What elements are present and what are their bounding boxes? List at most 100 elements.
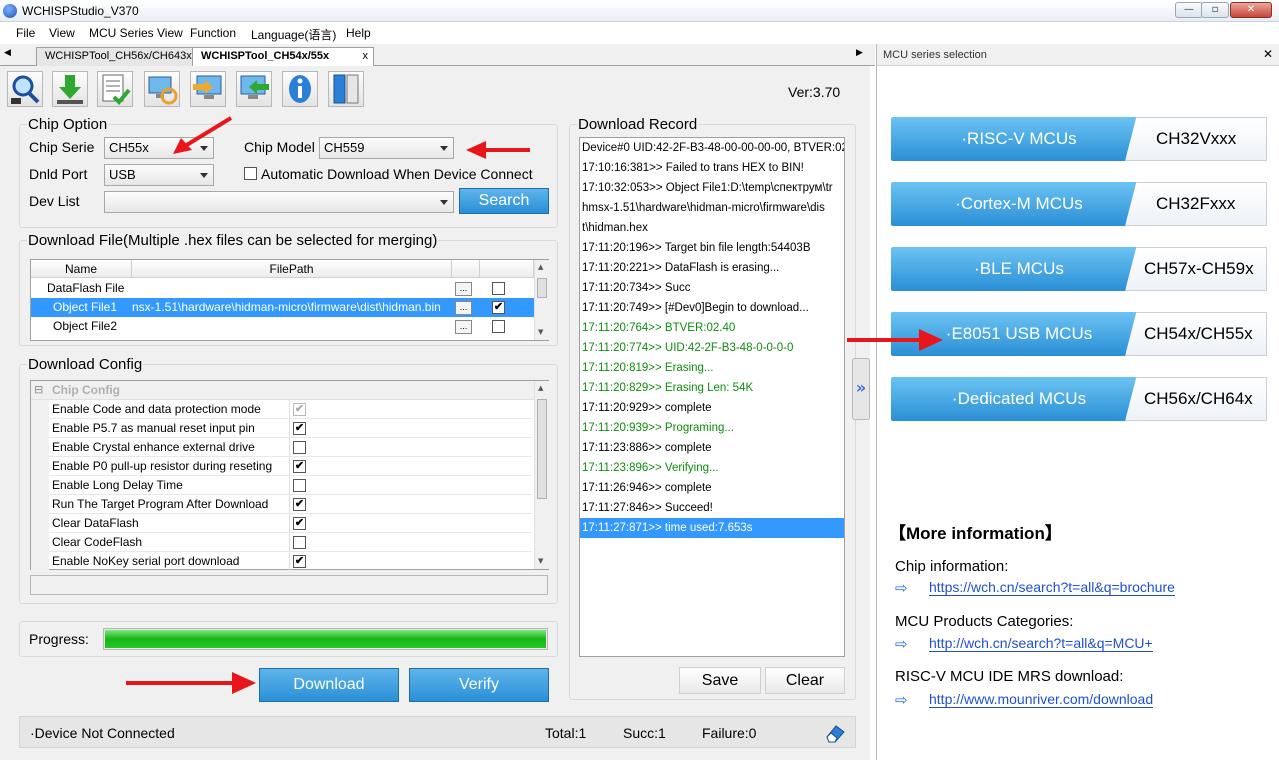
- book-icon[interactable]: [328, 71, 364, 107]
- tab-close-icon[interactable]: x: [363, 48, 369, 65]
- menu-help[interactable]: Help: [346, 26, 371, 40]
- file-table-scrollbar[interactable]: ▲ ▼: [534, 260, 549, 340]
- close-button[interactable]: ✕: [1230, 2, 1272, 18]
- download-file-title: Download File(Multiple .hex files can be…: [27, 232, 439, 249]
- dnld-port-select[interactable]: USB: [104, 164, 214, 186]
- menu-view[interactable]: View: [49, 26, 75, 40]
- failure-count: Failure:0: [702, 725, 757, 741]
- browse-button[interactable]: ...: [455, 282, 472, 296]
- log-line[interactable]: 17:11:27:846>> Succeed!: [580, 498, 844, 518]
- list-item[interactable]: Enable NoKey serial port download ✔: [49, 552, 532, 571]
- log-line[interactable]: 17:11:23:896>> Verifying...: [580, 458, 844, 478]
- config-checkbox[interactable]: ✔: [293, 422, 306, 435]
- panel-toggle-button[interactable]: »: [852, 358, 870, 420]
- verify-button[interactable]: Verify: [409, 668, 549, 702]
- log-line[interactable]: 17:11:20:734>> Succ: [580, 278, 844, 298]
- log-line[interactable]: 17:11:23:886>> complete: [580, 438, 844, 458]
- search-button[interactable]: Search: [459, 188, 549, 214]
- chip-info-link[interactable]: https://wch.cn/search?t=all&q=brochure: [929, 579, 1175, 596]
- minimize-button[interactable]: —: [1175, 2, 1203, 18]
- file-checkbox[interactable]: ✔: [492, 301, 505, 314]
- table-row[interactable]: Object File2 ...: [31, 317, 534, 336]
- config-checkbox[interactable]: [293, 441, 306, 454]
- log-line[interactable]: 17:11:27:871>> time used:7.653s: [580, 518, 844, 538]
- download-icon[interactable]: [52, 71, 88, 107]
- chip-option-title: Chip Option: [27, 116, 109, 133]
- list-item[interactable]: Run The Target Program After Download ✔: [49, 495, 532, 514]
- chip-model-select[interactable]: CH559: [319, 137, 454, 159]
- config-checkbox[interactable]: ✔: [293, 555, 306, 568]
- log-line[interactable]: 17:11:20:929>> complete: [580, 398, 844, 418]
- collapse-icon[interactable]: ⊟: [34, 383, 43, 396]
- table-row[interactable]: DataFlash File ...: [31, 279, 534, 298]
- log-line[interactable]: 17:11:20:196>> Target bin file length:54…: [580, 238, 844, 258]
- log-line[interactable]: 17:11:20:829>> Erasing Len: 54K: [580, 378, 844, 398]
- file-checkbox[interactable]: [492, 320, 505, 333]
- config-checkbox[interactable]: [293, 479, 306, 492]
- mcu-series-risc-v[interactable]: ·RISC-V MCUs CH32Vxxx: [891, 117, 1267, 163]
- config-list-scrollbar[interactable]: ▲ ▼: [534, 381, 549, 569]
- list-item[interactable]: Enable Code and data protection mode ✔: [49, 400, 532, 419]
- maximize-button[interactable]: ▫: [1201, 2, 1229, 18]
- tab-scroll-right-icon[interactable]: ▶: [856, 48, 863, 58]
- file-checkbox[interactable]: [492, 282, 505, 295]
- log-line[interactable]: Device#0 UID:42-2F-B3-48-00-00-00-00, BT…: [580, 138, 844, 158]
- table-row[interactable]: Object File1 nsx-1.51\hardware\hidman-mi…: [31, 298, 534, 317]
- mcu-series-dedicated[interactable]: ·Dedicated MCUs CH56x/CH64x: [891, 377, 1267, 423]
- browse-button[interactable]: ...: [455, 320, 472, 334]
- mcu-series-cortex-m[interactable]: ·Cortex-M MCUs CH32Fxxx: [891, 182, 1267, 228]
- log-line[interactable]: t\hidman.hex: [580, 218, 844, 238]
- import-icon[interactable]: [236, 71, 272, 107]
- dev-list-select[interactable]: [104, 191, 454, 213]
- list-item[interactable]: Enable P5.7 as manual reset input pin ✔: [49, 419, 532, 438]
- column-header-filepath[interactable]: FilePath: [132, 260, 452, 278]
- log-line[interactable]: 17:10:16:381>> Failed to trans HEX to BI…: [580, 158, 844, 178]
- tab-ch56x-ch643x[interactable]: WCHISPTool_CH56x/CH643x: [36, 47, 196, 66]
- search-device-icon[interactable]: [7, 71, 43, 107]
- log-line[interactable]: 17:11:20:749>> [#Dev0]Begin to download.…: [580, 298, 844, 318]
- close-icon[interactable]: ✕: [1263, 47, 1273, 61]
- scroll-thumb[interactable]: [537, 278, 547, 298]
- list-item[interactable]: Enable P0 pull-up resistor during reseti…: [49, 457, 532, 476]
- menu-language[interactable]: Language(语言): [251, 26, 336, 43]
- menu-mcu-series-view[interactable]: MCU Series View: [89, 26, 183, 40]
- mcu-series-ble[interactable]: ·BLE MCUs CH57x-CH59x: [891, 247, 1267, 293]
- log-line[interactable]: 17:11:20:764>> BTVER:02.40: [580, 318, 844, 338]
- export-icon[interactable]: [190, 71, 226, 107]
- config-checkbox[interactable]: ✔: [293, 498, 306, 511]
- menu-file[interactable]: File: [16, 26, 35, 40]
- refresh-icon[interactable]: [144, 71, 180, 107]
- config-group-header[interactable]: ⊟ Chip Config: [31, 381, 534, 400]
- list-item[interactable]: Clear DataFlash ✔: [49, 514, 532, 533]
- clear-button[interactable]: Clear: [765, 667, 845, 694]
- log-line[interactable]: 17:11:20:819>> Erasing...: [580, 358, 844, 378]
- browse-button[interactable]: ...: [455, 301, 472, 315]
- log-line[interactable]: 17:11:20:939>> Programing...: [580, 418, 844, 438]
- config-checkbox[interactable]: ✔: [293, 460, 306, 473]
- download-record-log[interactable]: Device#0 UID:42-2F-B3-48-00-00-00-00, BT…: [579, 137, 845, 657]
- log-line[interactable]: 17:10:32:053>> Object File1:D:\temp\спек…: [580, 178, 844, 198]
- save-button[interactable]: Save: [679, 667, 761, 694]
- config-checkbox[interactable]: ✔: [293, 517, 306, 530]
- list-item[interactable]: Clear CodeFlash: [49, 533, 532, 552]
- mcu-categories-link[interactable]: http://wch.cn/search?t=all&q=MCU+: [929, 635, 1153, 652]
- list-item[interactable]: Enable Crystal enhance external drive: [49, 438, 532, 457]
- column-header-name[interactable]: Name: [31, 260, 132, 278]
- mrs-download-link[interactable]: http://www.mounriver.com/download: [929, 691, 1154, 708]
- list-item[interactable]: Enable Long Delay Time: [49, 476, 532, 495]
- menu-function[interactable]: Function: [190, 26, 236, 40]
- log-line[interactable]: 17:11:26:946>> complete: [580, 478, 844, 498]
- log-line[interactable]: 17:11:20:774>> UID:42-2F-B3-48-0-0-0-0: [580, 338, 844, 358]
- log-line[interactable]: 17:11:20:221>> DataFlash is erasing...: [580, 258, 844, 278]
- auto-download-checkbox[interactable]: [244, 167, 257, 180]
- config-icon[interactable]: [97, 71, 133, 107]
- config-checkbox[interactable]: [293, 536, 306, 549]
- scroll-thumb[interactable]: [537, 399, 547, 499]
- tab-ch54x-55x[interactable]: WCHISPTool_CH54x/55x x: [192, 47, 374, 66]
- log-line[interactable]: hmsx-1.51\hardware\hidman-micro\firmware…: [580, 198, 844, 218]
- eraser-icon[interactable]: [824, 723, 846, 743]
- info-icon[interactable]: [282, 71, 318, 107]
- download-button[interactable]: Download: [259, 668, 399, 702]
- tab-scroll-left-icon[interactable]: ◀: [4, 48, 11, 58]
- mcu-series-e8051-usb[interactable]: ·E8051 USB MCUs CH54x/CH55x: [891, 312, 1267, 358]
